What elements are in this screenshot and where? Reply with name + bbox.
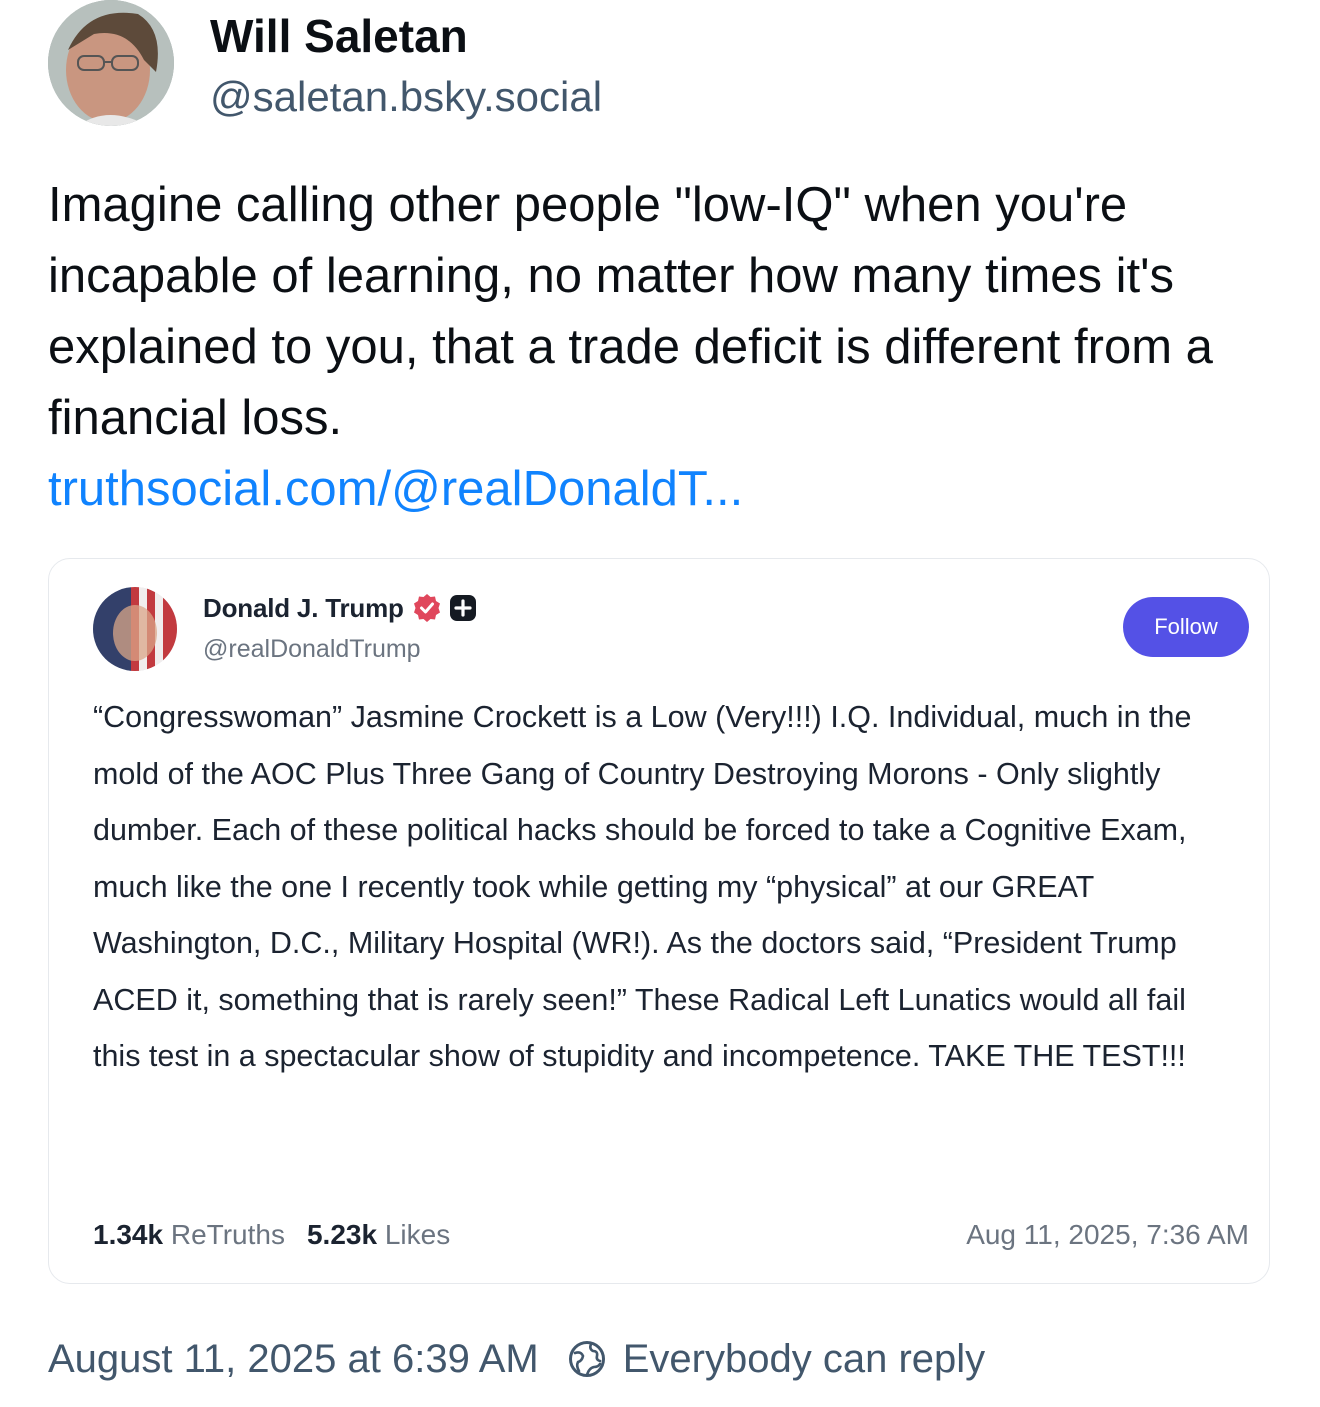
quote-author-handle[interactable]: @realDonaldTrump [203,635,421,664]
post-footer: August 11, 2025 at 6:39 AM Everybody can… [48,1334,985,1384]
globe-reply-icon [568,1341,605,1377]
verified-badge-icon [413,594,440,622]
quote-stats: 1.34k ReTruths 5.23k Likes [93,1219,450,1251]
author-name[interactable]: Will Saletan [210,8,602,64]
follow-button[interactable]: Follow [1123,597,1249,657]
quote-name-row: Donald J. Trump [203,589,478,627]
reply-setting[interactable]: Everybody can reply [623,1337,985,1382]
quote-author-avatar[interactable] [93,587,177,671]
author-handle[interactable]: @saletan.bsky.social [210,70,602,124]
post-link[interactable]: truthsocial.com/@realDonaldT... [48,462,743,516]
post-timestamp: August 11, 2025 at 6:39 AM [48,1336,539,1381]
embedded-quote-card[interactable]: Donald J. Trump @realDonaldTrump Follow … [48,558,1270,1284]
author-avatar[interactable] [48,0,174,126]
quote-author-name[interactable]: Donald J. Trump [203,593,404,624]
retruths-count: 1.34k [93,1219,164,1250]
post: Will Saletan @saletan.bsky.social Imagin… [0,0,1320,1407]
quote-text: “Congresswoman” Jasmine Crockett is a Lo… [93,700,1192,1073]
likes-label[interactable]: Likes [385,1219,450,1250]
post-text: Imagine calling other people "low-IQ" wh… [48,170,1278,525]
quote-date: Aug 11, 2025, 7:36 AM [966,1219,1249,1250]
retruths-label[interactable]: ReTruths [171,1219,285,1250]
likes-count: 5.23k [306,1219,378,1250]
post-body: Imagine calling other people "low-IQ" wh… [48,178,1213,445]
plus-badge-icon [449,595,476,621]
post-header: Will Saletan @saletan.bsky.social [48,0,602,130]
